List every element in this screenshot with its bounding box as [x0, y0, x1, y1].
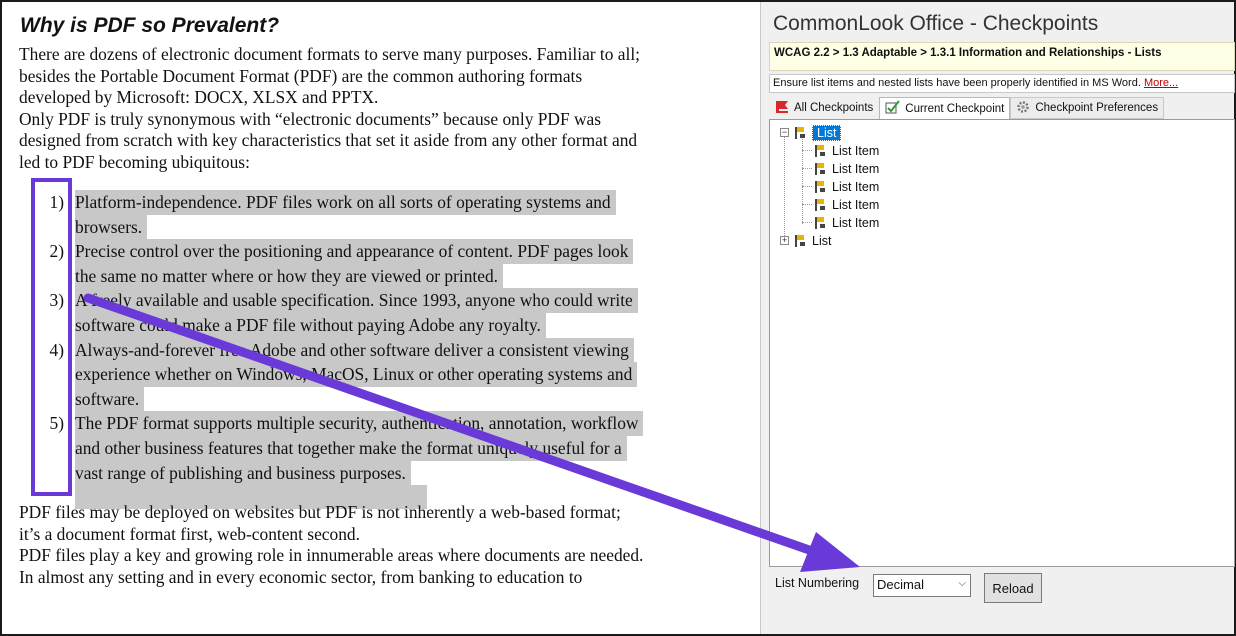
annotation-arrow	[83, 293, 860, 572]
